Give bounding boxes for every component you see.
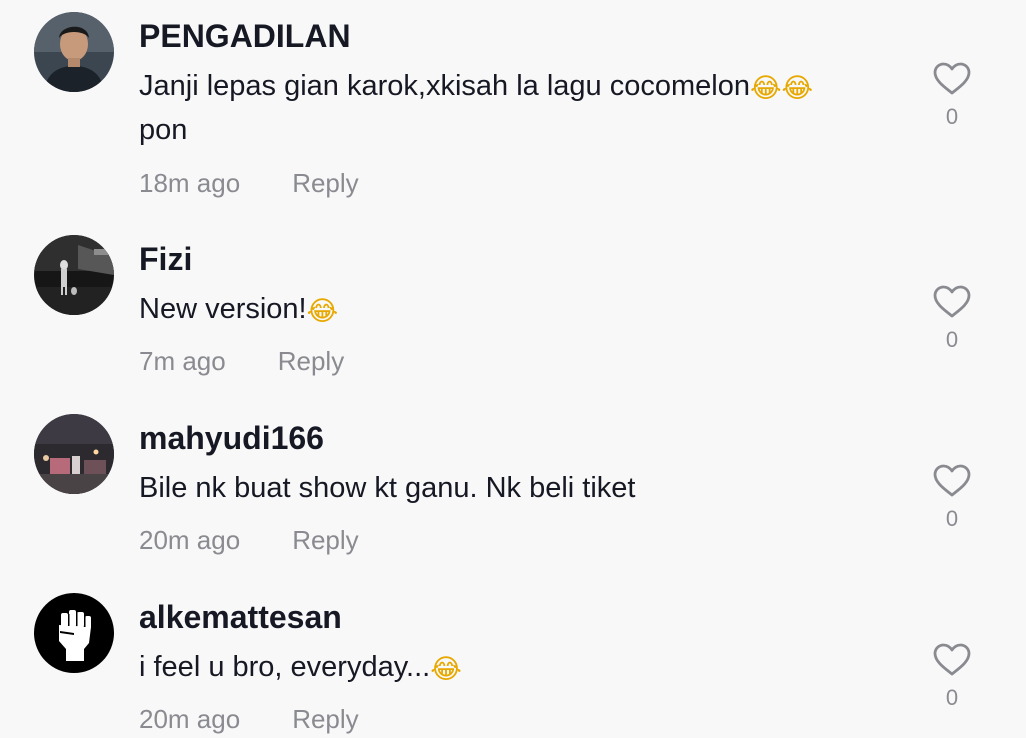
dark-street-photo-avatar-icon <box>34 235 114 315</box>
comment-text: New version!😂 <box>139 287 889 331</box>
comment-timestamp: 18m ago <box>139 168 241 198</box>
comment-text: Janji lepas gian karok,xkisah la lagu co… <box>139 64 889 152</box>
comment-username[interactable]: mahyudi166 <box>139 418 324 458</box>
comment-item: alkemattesan i feel u bro, everyday...😂 … <box>0 593 1026 738</box>
like-count: 0 <box>945 327 959 352</box>
comment-text-body: Bile nk buat show kt ganu. Nk beli tiket <box>139 472 636 504</box>
comment-username[interactable]: Fizi <box>139 239 192 279</box>
user-avatar[interactable] <box>34 12 114 92</box>
reply-button[interactable]: Reply <box>278 344 344 378</box>
like-control: 0 <box>928 285 976 353</box>
comment-text-body: i feel u bro, everyday... <box>139 651 431 683</box>
comment-item: mahyudi166 Bile nk buat show kt ganu. Nk… <box>0 414 1026 564</box>
laughing-emoji: 😂😂 <box>749 73 814 104</box>
comment-text-body: Janji lepas gian karok,xkisah la lagu co… <box>139 70 750 102</box>
reply-button[interactable]: Reply <box>292 523 358 557</box>
like-count: 0 <box>945 506 959 531</box>
laughing-emoji: 😂 <box>306 296 339 327</box>
comment-timestamp: 7m ago <box>139 346 226 376</box>
like-count: 0 <box>945 685 959 710</box>
comment-meta: 18m ago Reply <box>139 166 359 200</box>
like-control: 0 <box>928 643 976 711</box>
heart-icon[interactable] <box>933 464 971 498</box>
heart-icon[interactable] <box>933 643 971 677</box>
comment-list: PENGADILAN Janji lepas gian karok,xkisah… <box>0 0 1026 738</box>
comment-username[interactable]: PENGADILAN <box>139 16 351 56</box>
comment-text: i feel u bro, everyday...😂 <box>139 645 889 689</box>
comment-text: Bile nk buat show kt ganu. Nk beli tiket <box>139 466 889 510</box>
heart-icon[interactable] <box>933 285 971 319</box>
comment-item: Fizi New version!😂 7m ago Reply 0 <box>0 235 1026 385</box>
user-avatar[interactable] <box>34 235 114 315</box>
night-city-photo-avatar-icon <box>34 414 114 494</box>
comment-username[interactable]: alkemattesan <box>139 597 342 637</box>
reply-button[interactable]: Reply <box>292 702 358 736</box>
like-control: 0 <box>928 62 976 130</box>
comment-meta: 7m ago Reply <box>139 344 344 378</box>
heart-icon[interactable] <box>933 62 971 96</box>
comment-text-continuation: pon <box>139 114 188 146</box>
comment-text-body: New version! <box>139 293 307 325</box>
raised-fist-avatar-icon <box>34 593 114 673</box>
laughing-emoji: 😂 <box>430 654 462 685</box>
comment-timestamp: 20m ago <box>139 525 241 555</box>
like-count: 0 <box>945 104 959 129</box>
reply-button[interactable]: Reply <box>292 166 358 200</box>
comment-meta: 20m ago Reply <box>139 702 359 736</box>
user-avatar[interactable] <box>34 593 114 673</box>
man-portrait-avatar-icon <box>34 12 114 92</box>
like-control: 0 <box>928 464 976 532</box>
user-avatar[interactable] <box>34 414 114 494</box>
comment-meta: 20m ago Reply <box>139 523 359 557</box>
comment-item: PENGADILAN Janji lepas gian karok,xkisah… <box>0 12 1026 202</box>
comment-timestamp: 20m ago <box>139 704 241 734</box>
